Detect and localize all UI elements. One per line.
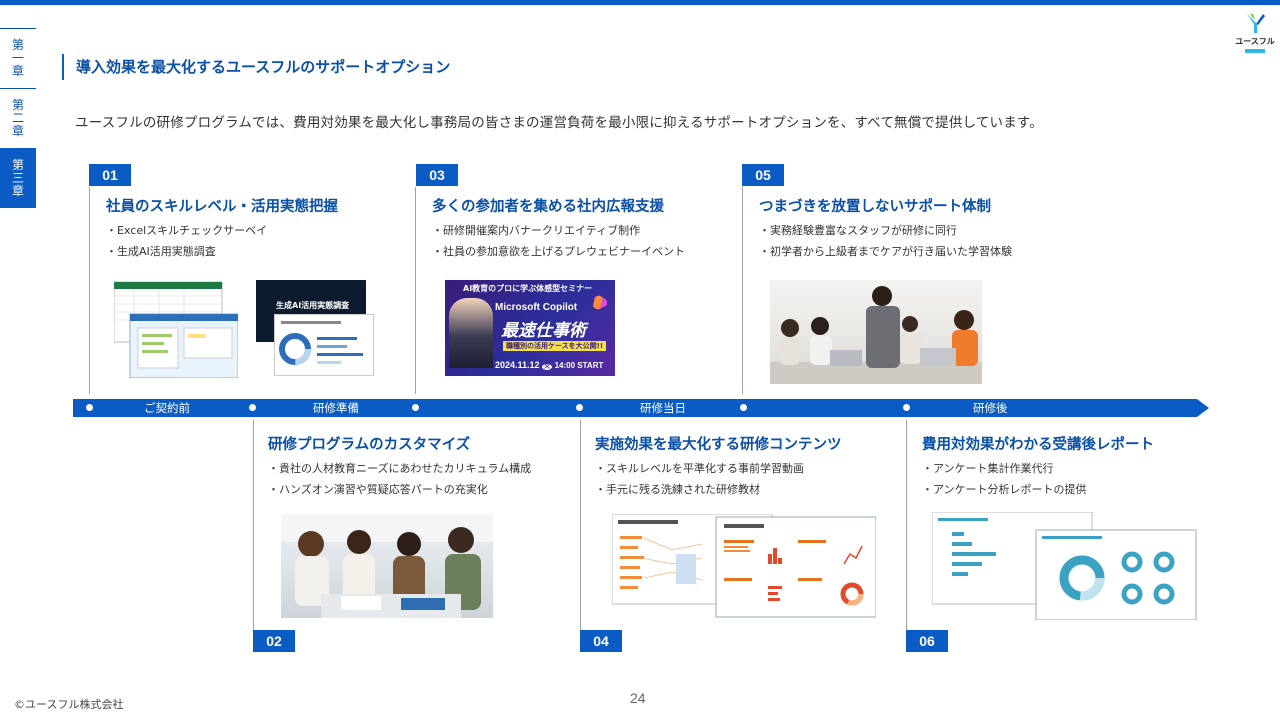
card-divider-04 (580, 420, 581, 652)
banner-line1: AI教育のプロに学ぶ体感型セミナー (463, 284, 593, 293)
card-bullet-01-2: ・生成AI活用実態調査 (106, 245, 216, 258)
card-divider-01 (89, 187, 90, 394)
timeline-dot-5 (740, 404, 747, 411)
card-title-02: 研修プログラムのカスタマイズ (268, 437, 471, 453)
card-bullet-03-2: ・社員の参加意欲を上げるプレウェビナーイベント (432, 245, 685, 258)
page-number: 24 (630, 690, 646, 706)
survey-report-slides (932, 512, 1198, 620)
card-bullet-04-2: ・手元に残る洗練された研修教材 (595, 483, 760, 496)
logo-text: ユースフル (1235, 37, 1275, 46)
card-title-06: 費用対効果がわかる受講後レポート (922, 437, 1154, 453)
timeline-label-training-day: 研修当日 (640, 401, 686, 415)
card-number-05: 05 (742, 164, 784, 186)
timeline-dot-1 (86, 404, 93, 411)
card-bullet-04-1: ・スキルレベルを平準化する事前学習動画 (595, 462, 804, 475)
support-staff-photo (770, 280, 982, 384)
card-bullet-02-2: ・ハンズオン演習や質疑応答パートの充実化 (268, 483, 488, 496)
company-logo: ユースフル (1235, 12, 1275, 58)
card-title-04: 実施効果を最大化する研修コンテンツ (595, 437, 842, 453)
card-bullet-05-2: ・初学者から上級者までケアが行き届いた学習体験 (759, 245, 1012, 258)
page-title: 導入効果を最大化するユースフルのサポートオプション (62, 54, 450, 80)
card-title-03: 多くの参加者を集める社内広報支援 (432, 199, 664, 215)
logo-underline (1245, 49, 1265, 53)
timeline-dot-3 (412, 404, 419, 411)
copyright: ©ユースフル株式会社 (14, 698, 124, 711)
card-bullet-03-1: ・研修開催案内バナークリエイティブ制作 (432, 224, 641, 237)
chapter-tab-2[interactable]: 第 二 章 (0, 88, 36, 148)
banner-weekday: 火 (542, 364, 553, 370)
excel-survey-screenshot (114, 280, 238, 378)
banner-time: 14:00 START (554, 361, 604, 370)
card-bullet-06-2: ・アンケート分析レポートの提供 (922, 483, 1087, 496)
timeline-dot-2 (249, 404, 256, 411)
seminar-banner: AI教育のプロに学ぶ体感型セミナー Microsoft Copilot 最速仕事… (445, 280, 615, 376)
card-number-04: 04 (580, 630, 622, 652)
banner-line4: 職種別の活用ケースを大公開!! (503, 341, 607, 351)
top-accent-bar (0, 0, 1280, 5)
banner-line3: 最速仕事術 (501, 321, 586, 341)
timeline-label-preparation: 研修準備 (313, 401, 359, 415)
card-divider-05 (742, 187, 743, 394)
chapter-tab-1[interactable]: 第 一 章 (0, 28, 36, 88)
lead-text: ユースフルの研修プログラムでは、費用対効果を最大化し事務局の皆さまの運営負荷を最… (75, 115, 1043, 131)
banner-date: 2024.11.12 (495, 360, 540, 370)
timeline-label-after-training: 研修後 (973, 401, 1008, 415)
card-divider-02 (253, 420, 254, 652)
card-number-01: 01 (89, 164, 131, 186)
workshop-group-photo (281, 514, 493, 618)
copilot-logo-icon (593, 295, 608, 310)
card-title-01: 社員のスキルレベル・活用実態把握 (106, 199, 338, 215)
speaker-photo (449, 298, 493, 368)
chapter-tab-3-active[interactable]: 第 三 章 (0, 148, 36, 208)
banner-line2: Microsoft Copilot (495, 302, 578, 313)
ai-survey-document: 生成AI活用実態調査 (254, 278, 384, 378)
card-title-05: つまづきを放置しないサポート体制 (759, 199, 991, 215)
card-divider-03 (415, 187, 416, 394)
card-divider-06 (906, 420, 907, 652)
ai-survey-doc-title: 生成AI活用実態調査 (276, 301, 350, 310)
card-bullet-05-1: ・実務経験豊富なスタッフが研修に同行 (759, 224, 957, 237)
card-number-06: 06 (906, 630, 948, 652)
timeline-dot-4 (576, 404, 583, 411)
timeline-dot-6 (903, 404, 910, 411)
card-bullet-06-1: ・アンケート集計作業代行 (922, 462, 1054, 475)
timeline-label-before-contract: ご契約前 (144, 401, 190, 415)
training-material-slides (612, 514, 876, 620)
card-number-02: 02 (253, 630, 295, 652)
card-bullet-01-1: ・Excelスキルチェックサーベイ (106, 224, 268, 237)
card-bullet-02-1: ・貴社の人材教育ニーズにあわせたカリキュラム構成 (268, 462, 532, 475)
card-number-03: 03 (416, 164, 458, 186)
useful-y-logo-icon (1247, 14, 1265, 33)
